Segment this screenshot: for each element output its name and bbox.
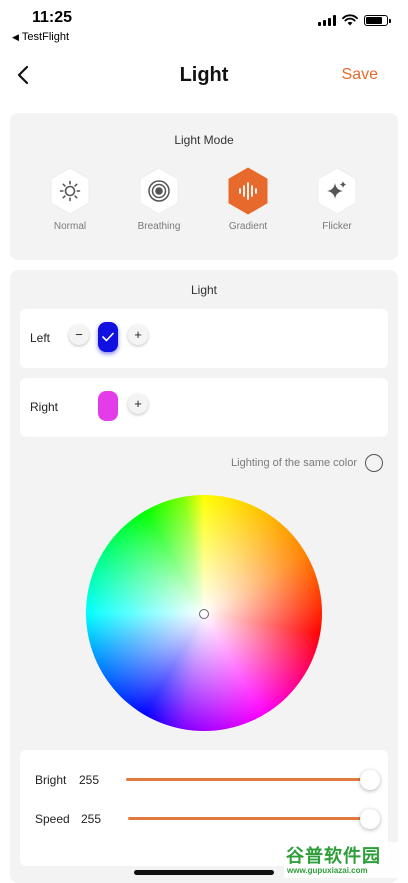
back-to-app-link[interactable]: ◀ TestFlight [12,31,69,43]
left-color-row: Left − + [20,309,388,368]
bright-slider-track[interactable] [126,778,370,781]
bright-value: 255 [79,773,100,787]
cellular-signal-icon [318,14,336,26]
mode-breathing-hex [137,166,181,216]
system-icons [318,14,391,26]
mode-normal-label: Normal [53,221,87,232]
mode-gradient-hex [226,166,270,216]
color-wheel[interactable] [86,495,322,731]
left-add-button[interactable]: + [128,325,148,345]
back-triangle-icon: ◀ [12,32,19,42]
speed-slider-thumb[interactable] [360,809,380,829]
left-color-swatch[interactable] [98,322,118,352]
right-color-swatch[interactable] [98,391,118,421]
light-mode-card: Light Mode Normal Breathing Gradient Fli… [10,113,398,260]
right-add-button[interactable]: + [128,394,148,414]
light-mode-title: Light Mode [174,133,234,147]
mode-normal[interactable]: Normal [30,166,110,232]
watermark-url: www.gupuxiazai.com [287,866,368,875]
status-bar: 11:25 ◀ TestFlight [0,0,408,50]
left-remove-button[interactable]: − [69,325,89,345]
sound-wave-icon [239,182,257,200]
nav-bar: Light Save [0,52,408,98]
mode-flicker-hex [315,166,359,216]
sun-icon [59,180,81,202]
speed-value: 255 [81,812,102,826]
mode-gradient-label: Gradient [228,221,268,232]
home-indicator [134,870,274,875]
bright-slider-thumb[interactable] [360,770,380,790]
save-button[interactable]: Save [342,66,378,84]
color-picker-handle[interactable] [199,609,209,619]
breathing-rings-icon [148,180,170,202]
mode-list: Normal Breathing Gradient Flicker [10,166,398,246]
back-app-label: TestFlight [21,31,69,43]
wifi-icon [342,14,358,26]
light-card: Light Left − + Right + Lighting of the s… [10,270,398,883]
bright-label: Bright [35,773,67,787]
right-color-row: Right + [20,378,388,437]
watermark: 谷普软件园 www.gupuxiazai.com [284,842,402,878]
mode-flicker[interactable]: Flicker [297,166,377,232]
status-time: 11:25 [32,9,73,26]
same-color-radio[interactable] [365,454,383,472]
speed-slider-track[interactable] [128,817,372,820]
watermark-text: 谷普软件园 [286,846,381,866]
mode-normal-hex [48,166,92,216]
mode-breathing[interactable]: Breathing [119,166,199,232]
mode-breathing-label: Breathing [137,221,181,232]
mode-flicker-label: Flicker [322,221,352,232]
speed-label: Speed [35,812,70,826]
same-color-toggle[interactable]: Lighting of the same color [231,454,383,472]
right-label: Right [30,400,59,414]
same-color-label: Lighting of the same color [231,457,357,469]
battery-icon [364,14,391,26]
left-label: Left [30,331,51,345]
sparkle-icon [327,181,347,199]
checkmark-icon [102,332,114,342]
mode-gradient[interactable]: Gradient [208,166,288,232]
light-title: Light [190,283,218,297]
